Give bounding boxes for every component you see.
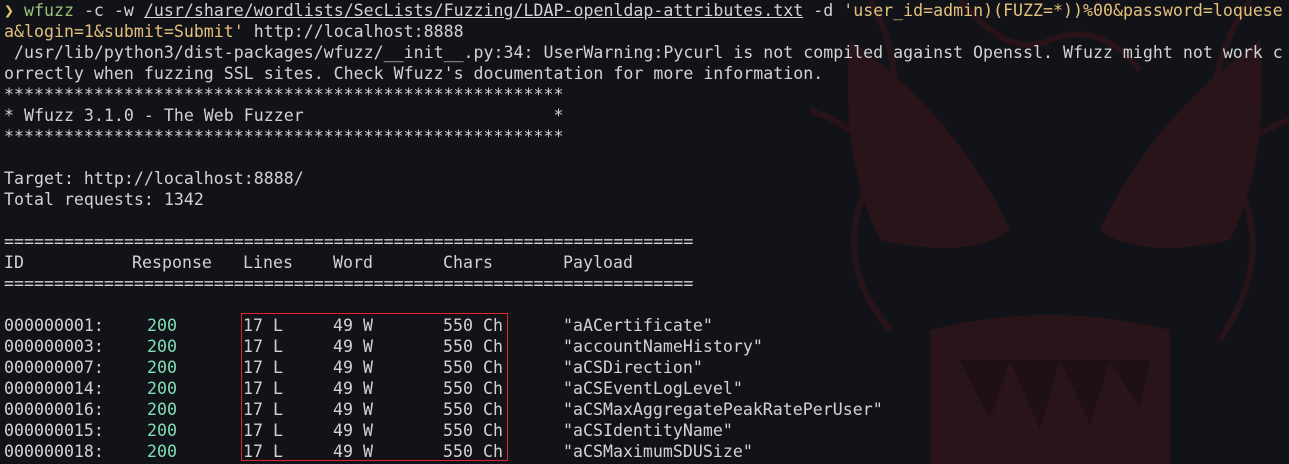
command-flags: -c -w <box>73 1 144 20</box>
row-response: 200 <box>147 442 177 461</box>
row-id: 000000001: <box>4 316 104 335</box>
prompt-arrow-icon: ❯ <box>4 1 14 20</box>
table-header-row: ID Response Lines Word Chars Payload <box>4 252 804 273</box>
banner-title: * Wfuzz 3.1.0 - The Web Fuzzer * <box>4 106 564 125</box>
table-rule-bottom: ========================================… <box>4 274 694 293</box>
post-data-part1: 'user_id=admin)(FUZZ=*))%00&password=loq… <box>843 1 1283 20</box>
row-id: 000000003: <box>4 337 104 356</box>
wordlist-path-link[interactable]: /usr/share/wordlists/SecLists/Fuzzing/LD… <box>144 1 803 20</box>
banner-stars-bottom: ****************************************… <box>4 127 564 146</box>
row-response: 200 <box>147 379 177 398</box>
header-id: ID <box>4 253 24 272</box>
banner-stars-top: ****************************************… <box>4 85 564 104</box>
row-response: 200 <box>147 421 177 440</box>
header-payload: Payload <box>563 253 633 272</box>
header-response: Response <box>132 253 212 272</box>
row-payload: "aCSEventLogLevel" <box>563 379 743 398</box>
row-payload: "accountNameHistory" <box>563 337 763 356</box>
row-id: 000000015: <box>4 421 104 440</box>
header-chars: Chars <box>443 253 493 272</box>
row-response: 200 <box>147 358 177 377</box>
row-id: 000000018: <box>4 442 104 461</box>
row-payload: "aCSMaximumSDUSize" <box>563 442 753 461</box>
row-payload: "aACertificate" <box>563 316 713 335</box>
row-response: 200 <box>147 400 177 419</box>
command-line-wrap: a&login=1&submit=Submit' http://localhos… <box>4 21 464 42</box>
header-word: Word <box>333 253 373 272</box>
row-id: 000000014: <box>4 379 104 398</box>
row-id: 000000016: <box>4 400 104 419</box>
target-url-arg: http://localhost:8888 <box>243 22 464 41</box>
terminal-window[interactable]: ❯ wfuzz -c -w /usr/share/wordlists/SecLi… <box>0 0 1289 464</box>
warning-line-2: orrectly when fuzzing SSL sites. Check W… <box>4 64 824 83</box>
row-response: 200 <box>147 316 177 335</box>
row-response: 200 <box>147 337 177 356</box>
warning-line-1: /usr/lib/python3/dist-packages/wfuzz/__i… <box>4 43 1283 62</box>
row-id: 000000007: <box>4 358 104 377</box>
command-name: wfuzz <box>24 1 74 20</box>
command-flag-d: -d <box>803 1 844 20</box>
row-payload: "aCSMaxAggregatePeakRatePerUser" <box>563 400 883 419</box>
table-rule-top: ========================================… <box>4 232 694 251</box>
target-info: Target: http://localhost:8888/ <box>4 169 304 188</box>
total-requests: Total requests: 1342 <box>4 190 204 209</box>
command-line: ❯ wfuzz -c -w /usr/share/wordlists/SecLi… <box>4 0 1283 21</box>
row-payload: "aCSDirection" <box>563 358 703 377</box>
post-data-part2: a&login=1&submit=Submit' <box>4 22 244 41</box>
highlight-annotation-box <box>241 313 508 461</box>
row-payload: "aCSIdentityName" <box>563 421 733 440</box>
header-lines: Lines <box>243 253 293 272</box>
